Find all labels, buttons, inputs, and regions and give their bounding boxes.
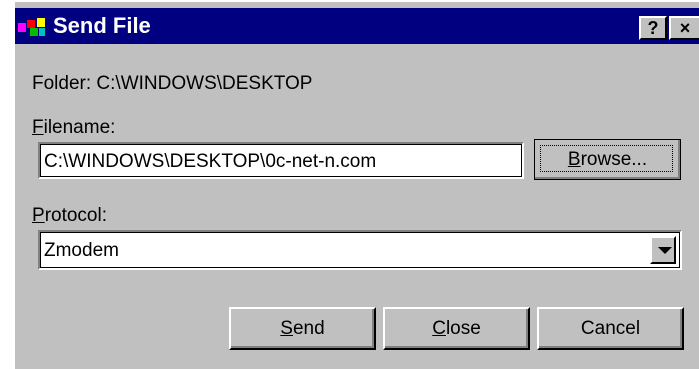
browse-focus-ring: [540, 145, 673, 172]
cancel-label: Cancel: [580, 318, 641, 339]
filename-label-text: ilename:: [43, 117, 116, 138]
filename-value: C:\WINDOWS\DESKTOP\0c-net-n.com: [44, 151, 377, 172]
folder-path: C:\WINDOWS\DESKTOP: [96, 73, 313, 94]
close-accel: C: [432, 318, 446, 339]
protocol-label-accel: P: [32, 205, 45, 226]
close-button[interactable]: Close: [383, 307, 530, 350]
send-accel: S: [280, 318, 293, 339]
window-title: Send File: [53, 13, 151, 38]
filename-input[interactable]: C:\WINDOWS\DESKTOP\0c-net-n.com: [38, 142, 524, 179]
send-label: end: [292, 318, 325, 339]
chevron-down-icon[interactable]: [650, 236, 676, 264]
protocol-select[interactable]: Zmodem: [38, 230, 682, 270]
protocol-label: Protocol:: [32, 205, 107, 227]
filename-label-accel: F: [32, 117, 44, 138]
folder-row: Folder: C:\WINDOWS\DESKTOP: [32, 73, 312, 95]
send-button[interactable]: Send: [229, 307, 376, 350]
filename-label: Filename:: [32, 117, 115, 139]
send-file-app-icon: [18, 18, 45, 36]
protocol-value: Zmodem: [44, 240, 119, 261]
cancel-button[interactable]: Cancel: [537, 307, 684, 350]
close-window-button[interactable]: ×: [669, 16, 699, 40]
help-button[interactable]: ?: [639, 16, 667, 40]
browse-button[interactable]: Browse...: [534, 139, 681, 180]
close-label: lose: [445, 318, 481, 339]
protocol-label-text: rotocol:: [44, 205, 107, 226]
folder-label: Folder:: [32, 73, 92, 94]
send-file-dialog: Send File ? × Folder: C:\WINDOWS\DESKTOP…: [13, 0, 699, 369]
title-bar[interactable]: Send File ? ×: [15, 8, 699, 44]
